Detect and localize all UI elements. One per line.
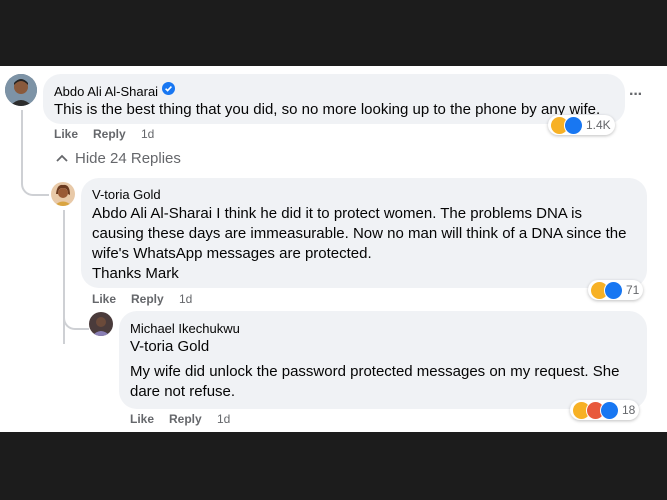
timestamp[interactable]: 1d — [179, 292, 192, 306]
comment-text: This is the best thing that you did, so … — [54, 101, 601, 118]
comment-bubble: V-toria Gold Abdo Ali Al-Sharai I think … — [81, 178, 647, 288]
chevron-up-icon — [56, 149, 68, 167]
timestamp[interactable]: 1d — [141, 127, 154, 141]
thread-line-curve — [21, 180, 49, 196]
comment-author[interactable]: Michael Ikechukwu — [130, 321, 240, 336]
timestamp[interactable]: 1d — [217, 412, 230, 426]
comment-text: My wife did unlock the password protecte… — [130, 363, 620, 400]
comment-author[interactable]: V-toria Gold — [92, 187, 161, 202]
reaction-summary[interactable]: 71 — [588, 280, 644, 300]
thread-line — [21, 110, 23, 180]
avatar[interactable] — [89, 312, 113, 336]
comment-bubble: Michael Ikechukwu V-toria Gold My wife d… — [119, 311, 647, 409]
reply-button[interactable]: Reply — [169, 412, 202, 426]
mention-tag[interactable]: V-toria Gold — [130, 338, 209, 355]
reaction-summary[interactable]: 18 — [570, 400, 640, 420]
avatar[interactable] — [51, 182, 75, 206]
like-button[interactable]: Like — [92, 292, 116, 306]
bottom-letterbox-bar — [0, 432, 667, 500]
comment-bubble: Abdo Ali Al-Sharai This is the best thin… — [43, 74, 625, 124]
reply-button[interactable]: Reply — [131, 292, 164, 306]
like-reaction-icon — [604, 280, 623, 300]
more-options-icon[interactable]: ··· — [629, 86, 643, 104]
comment-author[interactable]: Abdo Ali Al-Sharai — [54, 84, 158, 99]
top-letterbox-bar — [0, 0, 667, 66]
avatar-photo — [5, 74, 37, 106]
reaction-count: 71 — [626, 283, 640, 297]
reaction-summary[interactable]: 1.4K — [548, 115, 615, 135]
comment-text-line: Thanks Mark — [92, 265, 179, 282]
like-reaction-icon — [600, 400, 619, 420]
mention-tag[interactable]: Abdo Ali Al-Sharai — [92, 205, 212, 222]
comment-body: Abdo Ali Al-Sharai I think he did it to … — [92, 204, 637, 264]
like-button[interactable]: Like — [54, 127, 78, 141]
avatar-photo — [51, 182, 75, 206]
hide-replies-button[interactable]: Hide 24 Replies — [56, 149, 181, 167]
verified-badge-icon — [162, 82, 176, 100]
avatar-photo — [89, 312, 113, 336]
like-button[interactable]: Like — [130, 412, 154, 426]
thread-line-curve — [63, 306, 89, 330]
comment-thread: Abdo Ali Al-Sharai This is the best thin… — [0, 66, 667, 432]
avatar[interactable] — [5, 74, 37, 106]
reaction-count: 18 — [622, 403, 636, 417]
reaction-count: 1.4K — [586, 118, 611, 132]
like-reaction-icon — [564, 115, 583, 135]
hide-replies-label: Hide 24 Replies — [75, 149, 181, 167]
reply-button[interactable]: Reply — [93, 127, 126, 141]
